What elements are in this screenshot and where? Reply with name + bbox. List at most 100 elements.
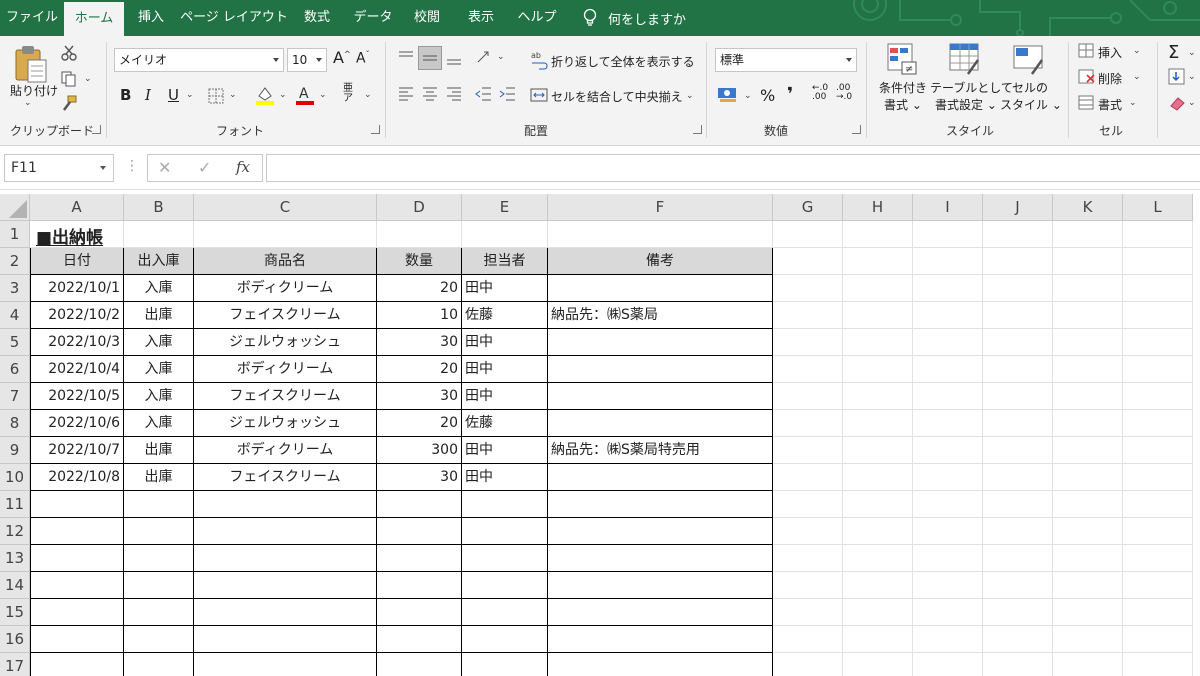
cell-j7[interactable] (983, 383, 1053, 410)
shrink-font-icon[interactable]: Aˇ (356, 50, 370, 67)
align-top-icon[interactable] (396, 48, 416, 68)
cell-c13[interactable] (194, 545, 377, 572)
cell-i5[interactable] (913, 329, 983, 356)
cell-d4[interactable]: 10 (377, 302, 462, 329)
cell-j12[interactable] (983, 518, 1053, 545)
cell-k15[interactable] (1053, 599, 1123, 626)
cell-b3[interactable]: 入庫 (124, 275, 194, 302)
column-header-d[interactable]: D (377, 194, 462, 221)
cell-f15[interactable] (548, 599, 773, 626)
cell-k4[interactable] (1053, 302, 1123, 329)
cell-i3[interactable] (913, 275, 983, 302)
cell-b9[interactable]: 出庫 (124, 437, 194, 464)
cell-k17[interactable] (1053, 653, 1123, 676)
borders-dropdown-icon[interactable]: ⌄ (229, 90, 237, 100)
conditional-formatting-icon[interactable]: ≠ (886, 42, 918, 76)
cell-k6[interactable] (1053, 356, 1123, 383)
row-header-15[interactable]: 15 (0, 599, 30, 626)
cell-e12[interactable] (462, 518, 548, 545)
cell-d11[interactable] (377, 491, 462, 518)
cell-f14[interactable] (548, 572, 773, 599)
cell-b6[interactable]: 入庫 (124, 356, 194, 383)
cell-h7[interactable] (843, 383, 913, 410)
clear-dropdown-icon[interactable]: ⌄ (1188, 98, 1196, 108)
cell-a13[interactable] (30, 545, 124, 572)
cell-g17[interactable] (773, 653, 843, 676)
font-size-combo[interactable]: 10 (287, 48, 327, 72)
format-cells-button[interactable]: 書式 (1098, 96, 1122, 113)
paste-button[interactable]: 貼り付け (10, 82, 58, 99)
cell-l5[interactable] (1123, 329, 1193, 356)
cell-l9[interactable] (1123, 437, 1193, 464)
align-bottom-icon[interactable] (444, 48, 464, 68)
tab-view[interactable]: 表示 (458, 0, 504, 36)
fill-color-icon[interactable] (254, 84, 276, 106)
cell-c15[interactable] (194, 599, 377, 626)
cell-j17[interactable] (983, 653, 1053, 676)
cell-h11[interactable] (843, 491, 913, 518)
cell-c11[interactable] (194, 491, 377, 518)
cell-e13[interactable] (462, 545, 548, 572)
enter-check-icon[interactable]: ✓ (198, 158, 211, 177)
paste-clipboard-icon[interactable] (14, 44, 50, 84)
cell-a11[interactable] (30, 491, 124, 518)
cell-d12[interactable] (377, 518, 462, 545)
cell-l12[interactable] (1123, 518, 1193, 545)
cell-i10[interactable] (913, 464, 983, 491)
wrap-text-button[interactable]: 折り返して全体を表示する (551, 53, 695, 70)
cell-f11[interactable] (548, 491, 773, 518)
cell-e6[interactable]: 田中 (462, 356, 548, 383)
cell-g5[interactable] (773, 329, 843, 356)
row-header-10[interactable]: 10 (0, 464, 30, 491)
font-name-combo[interactable]: メイリオ (114, 48, 284, 72)
font-color-icon[interactable]: A (294, 84, 316, 106)
cell-d5[interactable]: 30 (377, 329, 462, 356)
tab-review[interactable]: 校閲 (404, 0, 450, 36)
tab-page-layout[interactable]: ページ レイアウト (180, 0, 288, 36)
cell-a4[interactable]: 2022/10/2 (30, 302, 124, 329)
cell-e4[interactable]: 佐藤 (462, 302, 548, 329)
cell-d3[interactable]: 20 (377, 275, 462, 302)
cell-l6[interactable] (1123, 356, 1193, 383)
cell-e17[interactable] (462, 653, 548, 676)
column-header-k[interactable]: K (1053, 194, 1123, 221)
cell-d16[interactable] (377, 626, 462, 653)
cell-styles-button[interactable]: セルの スタイル ⌄ (1000, 80, 1062, 114)
cell-i2[interactable] (913, 248, 983, 275)
align-center-icon[interactable] (420, 84, 440, 104)
cell-g13[interactable] (773, 545, 843, 572)
cell-c14[interactable] (194, 572, 377, 599)
cell-e8[interactable]: 佐藤 (462, 410, 548, 437)
merge-center-icon[interactable] (530, 86, 548, 104)
cell-i17[interactable] (913, 653, 983, 676)
cell-c2[interactable]: 商品名 (194, 248, 377, 275)
row-header-8[interactable]: 8 (0, 410, 30, 437)
cell-h15[interactable] (843, 599, 913, 626)
cell-k2[interactable] (1053, 248, 1123, 275)
cell-a14[interactable] (30, 572, 124, 599)
cell-d7[interactable]: 30 (377, 383, 462, 410)
cell-i8[interactable] (913, 410, 983, 437)
cell-d13[interactable] (377, 545, 462, 572)
cell-h17[interactable] (843, 653, 913, 676)
cell-g12[interactable] (773, 518, 843, 545)
cell-c4[interactable]: フェイスクリーム (194, 302, 377, 329)
cell-f6[interactable] (548, 356, 773, 383)
cell-j4[interactable] (983, 302, 1053, 329)
cell-g11[interactable] (773, 491, 843, 518)
cell-h5[interactable] (843, 329, 913, 356)
cell-j16[interactable] (983, 626, 1053, 653)
cell-f7[interactable] (548, 383, 773, 410)
column-header-b[interactable]: B (124, 194, 194, 221)
cell-d17[interactable] (377, 653, 462, 676)
cell-j9[interactable] (983, 437, 1053, 464)
increase-decimal-icon[interactable]: ←.0.00 (812, 84, 828, 102)
delete-cells-button[interactable]: 削除 (1098, 70, 1122, 87)
format-dropdown-icon[interactable]: ⌄ (1129, 98, 1137, 108)
decrease-indent-icon[interactable] (474, 84, 494, 104)
cell-h4[interactable] (843, 302, 913, 329)
cell-k5[interactable] (1053, 329, 1123, 356)
italic-button[interactable]: I (145, 86, 151, 104)
cell-k11[interactable] (1053, 491, 1123, 518)
cell-j2[interactable] (983, 248, 1053, 275)
